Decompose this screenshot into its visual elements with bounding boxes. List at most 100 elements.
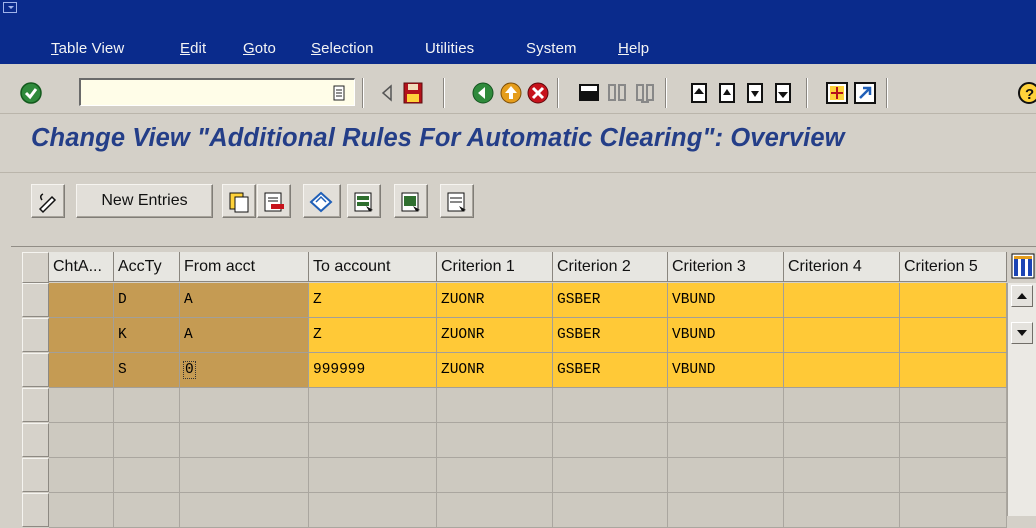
delete-button[interactable]: [257, 184, 291, 218]
row-selector[interactable]: [22, 318, 49, 352]
table-settings-icon[interactable]: [1011, 253, 1035, 279]
menu-system[interactable]: System: [526, 40, 577, 57]
cell-criterion-4[interactable]: [784, 283, 900, 318]
empty-cell[interactable]: [180, 493, 309, 528]
column-header-criterion-2[interactable]: Criterion 2: [553, 252, 668, 282]
cell-to-account[interactable]: Z: [309, 283, 437, 318]
deselect-all-button[interactable]: [440, 184, 474, 218]
cell-from-acct[interactable]: A: [180, 283, 309, 318]
column-header-to-account[interactable]: To account: [309, 252, 437, 282]
undo-change-button[interactable]: [303, 184, 341, 218]
empty-cell[interactable]: [553, 458, 668, 493]
row-selector[interactable]: [22, 493, 49, 527]
empty-cell[interactable]: [553, 423, 668, 458]
row-selector[interactable]: [22, 423, 49, 457]
menu-help[interactable]: Help: [618, 40, 649, 57]
cell-criterion-3[interactable]: VBUND: [668, 353, 784, 388]
scroll-up-button[interactable]: [1011, 285, 1033, 307]
command-history-icon[interactable]: [332, 85, 346, 101]
cell-criterion-5[interactable]: [900, 353, 1007, 388]
next-page-icon[interactable]: [742, 80, 768, 106]
empty-cell[interactable]: [900, 388, 1007, 423]
cell-criterion-1[interactable]: ZUONR: [437, 283, 553, 318]
empty-cell[interactable]: [309, 493, 437, 528]
cell-criterion-1[interactable]: ZUONR: [437, 318, 553, 353]
last-page-icon[interactable]: [770, 80, 796, 106]
empty-cell[interactable]: [553, 388, 668, 423]
column-header-acc-type[interactable]: AccTy: [114, 252, 180, 282]
cell-criterion-5[interactable]: [900, 283, 1007, 318]
empty-cell[interactable]: [437, 388, 553, 423]
empty-cell[interactable]: [180, 458, 309, 493]
menu-selection[interactable]: Selection: [311, 40, 374, 57]
display-change-button[interactable]: [31, 184, 65, 218]
find-next-icon[interactable]: [632, 80, 658, 106]
column-header-criterion-1[interactable]: Criterion 1: [437, 252, 553, 282]
cell-criterion-2[interactable]: GSBER: [553, 318, 668, 353]
exit-icon[interactable]: [498, 80, 524, 106]
column-header-cht-acct[interactable]: ChtA...: [49, 252, 114, 282]
row-selector[interactable]: [22, 388, 49, 422]
menu-utilities[interactable]: Utilities: [425, 40, 474, 57]
empty-cell[interactable]: [668, 388, 784, 423]
empty-cell[interactable]: [900, 493, 1007, 528]
cell-criterion-2[interactable]: GSBER: [553, 283, 668, 318]
empty-cell[interactable]: [900, 458, 1007, 493]
empty-cell[interactable]: [114, 458, 180, 493]
menu-goto[interactable]: Goto: [243, 40, 276, 57]
row-selector[interactable]: [22, 353, 49, 387]
enter-icon[interactable]: [19, 81, 43, 105]
previous-screen-arrow-icon[interactable]: [374, 80, 400, 106]
new-entries-button[interactable]: New Entries: [76, 184, 213, 218]
command-field[interactable]: [79, 78, 355, 106]
cell-criterion-1[interactable]: ZUONR: [437, 353, 553, 388]
previous-page-icon[interactable]: [714, 80, 740, 106]
empty-cell[interactable]: [437, 423, 553, 458]
column-header-criterion-3[interactable]: Criterion 3: [668, 252, 784, 282]
empty-cell[interactable]: [49, 493, 114, 528]
cell-to-account[interactable]: Z: [309, 318, 437, 353]
cell-criterion-2[interactable]: GSBER: [553, 353, 668, 388]
column-header-criterion-5[interactable]: Criterion 5: [900, 252, 1007, 282]
empty-cell[interactable]: [437, 458, 553, 493]
column-header-criterion-4[interactable]: Criterion 4: [784, 252, 900, 282]
cell-to-account[interactable]: 999999: [309, 353, 437, 388]
empty-cell[interactable]: [309, 423, 437, 458]
system-menu-icon[interactable]: [3, 2, 17, 14]
empty-cell[interactable]: [437, 493, 553, 528]
select-all-rows-button[interactable]: [22, 252, 49, 283]
save-icon[interactable]: [400, 80, 426, 106]
cell-acc-type[interactable]: S: [114, 353, 180, 388]
cell-from-acct[interactable]: 0: [180, 353, 309, 388]
cell-cht-acct[interactable]: [49, 283, 114, 318]
empty-cell[interactable]: [49, 423, 114, 458]
row-selector[interactable]: [22, 283, 49, 317]
empty-cell[interactable]: [114, 388, 180, 423]
find-icon[interactable]: [604, 80, 630, 106]
empty-cell[interactable]: [668, 458, 784, 493]
empty-cell[interactable]: [668, 493, 784, 528]
menu-table-view[interactable]: Table View: [51, 40, 124, 57]
print-icon[interactable]: [576, 80, 602, 106]
help-icon[interactable]: ?: [1016, 80, 1036, 106]
cell-criterion-4[interactable]: [784, 353, 900, 388]
shortcut-icon[interactable]: [852, 80, 878, 106]
cell-cht-acct[interactable]: [49, 353, 114, 388]
cell-criterion-4[interactable]: [784, 318, 900, 353]
empty-cell[interactable]: [784, 388, 900, 423]
empty-cell[interactable]: [900, 423, 1007, 458]
copy-as-button[interactable]: [222, 184, 256, 218]
cell-acc-type[interactable]: K: [114, 318, 180, 353]
empty-cell[interactable]: [309, 388, 437, 423]
create-session-icon[interactable]: [824, 80, 850, 106]
first-page-icon[interactable]: [686, 80, 712, 106]
row-selector[interactable]: [22, 458, 49, 492]
cell-criterion-3[interactable]: VBUND: [668, 283, 784, 318]
select-block-button[interactable]: [394, 184, 428, 218]
back-icon[interactable]: [470, 80, 496, 106]
menu-edit[interactable]: Edit: [180, 40, 206, 57]
scroll-down-button[interactable]: [1011, 322, 1033, 344]
empty-cell[interactable]: [114, 423, 180, 458]
cancel-icon[interactable]: [525, 80, 551, 106]
empty-cell[interactable]: [784, 423, 900, 458]
